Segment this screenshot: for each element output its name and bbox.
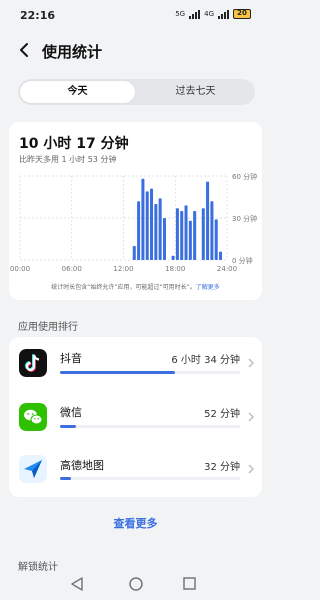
usage-bar (171, 255, 175, 260)
status-icons: 5G 4G 20 (175, 9, 251, 19)
usage-chart-card: 10 小时 17 分钟 比昨天多用 1 小时 53 分钟 60 分钟 30 分钟 0… (9, 122, 262, 300)
usage-bar (210, 201, 214, 260)
status-bar: 22:16 5G 4G 20 (0, 0, 271, 30)
chart-note: 统计时长包含“始终允许”应用，可能超过“可用时长”。了解更多 (9, 282, 262, 291)
back-arrow-icon[interactable] (16, 41, 34, 59)
x-tick-label: 06:00 (62, 265, 82, 273)
usage-progress-fill (60, 477, 71, 480)
nav-back-icon[interactable] (71, 577, 83, 591)
x-tick-label: 24:00 (217, 265, 237, 273)
usage-bar (158, 198, 162, 260)
chevron-right-icon (248, 464, 254, 474)
x-tick-label: 18:00 (165, 265, 185, 273)
chart-note-text: 统计时长包含“始终允许”应用，可能超过“可用时长”。 (51, 284, 196, 291)
tab-past-seven-days[interactable]: 过去七天 (138, 81, 253, 103)
wechat-icon (19, 403, 47, 431)
usage-bar (175, 208, 179, 260)
app-name: 高德地图 (60, 459, 104, 472)
usage-bar (214, 219, 218, 260)
learn-more-link[interactable]: 了解更多 (196, 284, 220, 291)
tab-today[interactable]: 今天 (20, 81, 135, 103)
usage-progress-bar (60, 477, 240, 480)
usage-bar (141, 178, 145, 260)
usage-bar (132, 246, 136, 260)
usage-progress-bar (60, 425, 240, 428)
app-name: 抖音 (60, 352, 82, 365)
signal-icon-2 (218, 9, 229, 19)
app-ranking-card: 抖音 6 小时 34 分钟 微信 52 分钟 高德地图 32 分钟 (9, 337, 262, 497)
x-tick-label: 12:00 (113, 265, 133, 273)
signal-icon (189, 9, 201, 19)
usage-progress-fill (60, 371, 176, 374)
app-usage-time: 32 分钟 (204, 462, 240, 473)
usage-bar (180, 211, 184, 260)
usage-bar (206, 181, 210, 260)
usage-bar (154, 204, 158, 260)
battery-icon: 20 (233, 9, 251, 19)
y-tick-label: 60 分钟 (232, 172, 257, 181)
usage-bar (193, 211, 197, 260)
app-bar: 使用统计 (0, 36, 271, 66)
usage-bar (162, 218, 166, 260)
usage-bar (201, 208, 205, 260)
usage-bar (137, 201, 141, 260)
usage-bar (219, 251, 223, 260)
usage-bar (188, 220, 192, 260)
chevron-right-icon (248, 358, 254, 368)
page-title: 使用统计 (42, 43, 103, 61)
nav-recents-icon[interactable] (183, 577, 196, 590)
ranking-title: 应用使用排行 (18, 322, 78, 333)
app-usage-time: 52 分钟 (204, 409, 240, 420)
nav-home-icon[interactable] (129, 577, 143, 591)
app-row-douyin[interactable]: 抖音 6 小时 34 分钟 (9, 337, 262, 389)
app-row-wechat[interactable]: 微信 52 分钟 (9, 389, 262, 441)
usage-bar-chart: 60 分钟 30 分钟 0 分钟 00:00 06:00 12:00 18:00 24:00 (10, 172, 257, 273)
usage-bar (145, 191, 149, 260)
network-4g-label: 4G (204, 10, 214, 18)
system-nav-bar (71, 577, 196, 591)
status-time: 22:16 (20, 9, 56, 22)
app-usage-time: 6 小时 34 分钟 (171, 355, 240, 366)
network-5g-label: 5G (175, 10, 186, 18)
usage-progress-bar (60, 371, 240, 374)
amap-icon (19, 455, 47, 483)
app-row-amap[interactable]: 高德地图 32 分钟 (9, 443, 262, 495)
douyin-icon (19, 349, 47, 377)
app-name: 微信 (60, 406, 82, 419)
usage-bar (150, 188, 154, 260)
view-more-button[interactable]: 查看更多 (0, 515, 271, 531)
usage-bar (184, 205, 188, 260)
chevron-right-icon (248, 412, 254, 422)
usage-progress-fill (60, 425, 77, 428)
y-tick-label: 30 分钟 (232, 214, 257, 223)
x-tick-label: 00:00 (10, 265, 30, 273)
y-tick-label: 0 分钟 (232, 256, 253, 265)
range-tabs: 今天 过去七天 (18, 79, 255, 105)
